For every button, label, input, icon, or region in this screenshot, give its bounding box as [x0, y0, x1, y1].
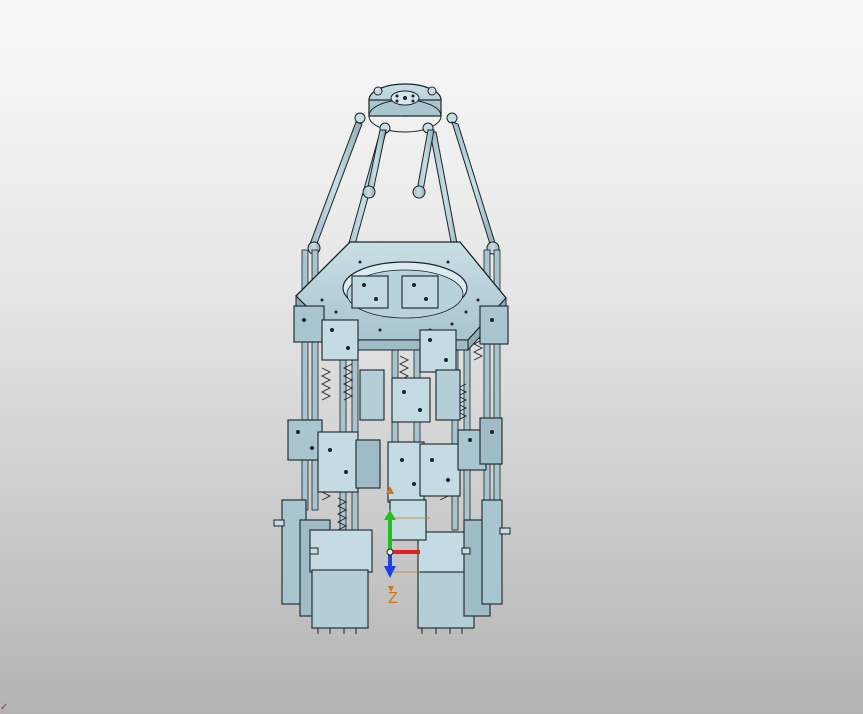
parallel-robot-assembly-model[interactable]: [0, 0, 863, 714]
cad-3d-viewport[interactable]: Z ✓: [0, 0, 863, 714]
corner-indicator: ✓: [0, 702, 9, 713]
motor-pins: [317, 628, 463, 634]
z-axis-label: Z: [388, 590, 398, 607]
end-effector: [354, 83, 458, 134]
